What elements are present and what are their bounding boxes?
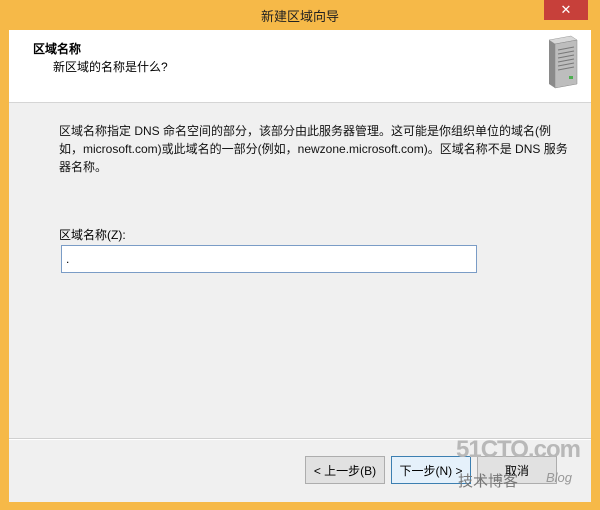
page-subtitle: 新区域的名称是什么? — [53, 60, 168, 74]
zone-name-input[interactable] — [61, 245, 477, 273]
zone-name-label: 区域名称(Z): — [59, 228, 126, 242]
server-icon — [548, 35, 578, 89]
wizard-header: 区域名称 新区域的名称是什么? — [9, 30, 591, 103]
watermark-logo: 51CTO.com — [456, 436, 581, 463]
window-frame-bottom — [0, 502, 600, 510]
window-frame-right — [591, 30, 600, 510]
close-icon: ✕ — [560, 2, 572, 17]
watermark-blog: Blog — [546, 470, 573, 485]
wizard-dialog: 区域名称 新区域的名称是什么? 区域名称指定 DNS 命名空间的部分，该部分由此… — [9, 30, 591, 502]
window-title: 新建区域向导 — [260, 9, 339, 24]
description-text: 区域名称指定 DNS 命名空间的部分，该部分由此服务器管理。这可能是你组织单位的… — [59, 124, 568, 174]
window-frame-left — [0, 30, 9, 510]
title-bar[interactable]: 新建区域向导 ✕ — [0, 0, 600, 31]
watermark: 51CTO.com 技术博客 Blog — [450, 436, 590, 496]
page-title: 区域名称 — [33, 42, 82, 56]
watermark-subtitle: 技术博客 — [458, 473, 519, 490]
back-button[interactable]: < 上一步(B) — [305, 456, 385, 484]
close-button[interactable]: ✕ — [544, 0, 588, 20]
